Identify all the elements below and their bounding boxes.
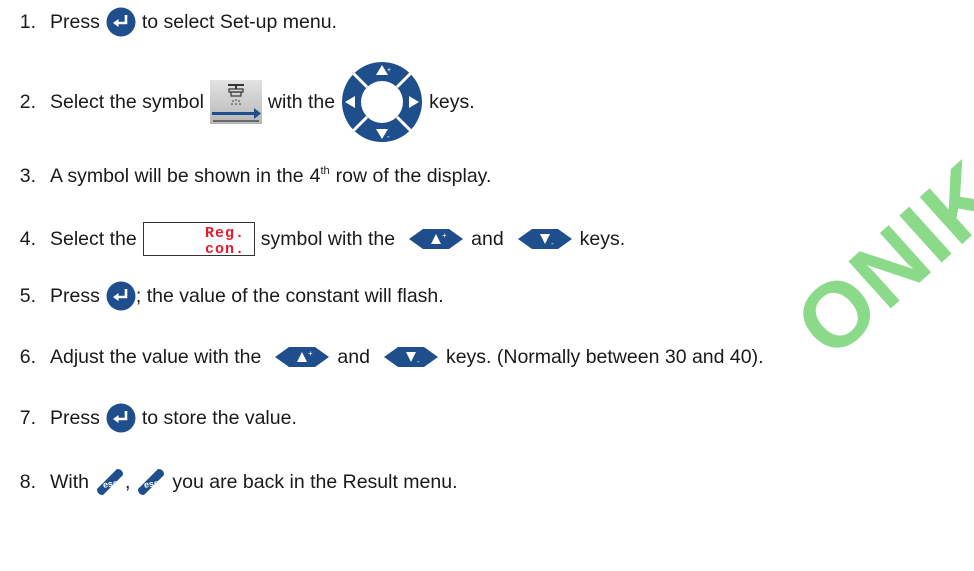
- step-number: 1.: [19, 10, 36, 33]
- display-reg-con: Reg. con.: [142, 222, 255, 256]
- step-5: 5. Press ; the value of the constant wil…: [0, 276, 444, 316]
- step-text: and: [471, 227, 504, 250]
- step-text: ; the value of the constant will flash.: [135, 284, 444, 307]
- esc-key-icon: [136, 467, 166, 497]
- step-text: to store the value.: [141, 406, 297, 429]
- enter-key-icon: [106, 281, 136, 311]
- step-text: Press: [50, 406, 100, 429]
- step-text: keys. (Normally between 30 and 40).: [445, 345, 764, 368]
- step-2: 2. Select the symbol with the + - keys.: [0, 62, 475, 142]
- step-text: Press: [50, 10, 100, 33]
- four-way-arrow-keys-icon: + -: [342, 62, 423, 142]
- step-4: 4. Select the Reg. con. symbol with the …: [0, 219, 625, 259]
- step-number: 7.: [19, 406, 36, 429]
- step-text: keys.: [429, 90, 475, 113]
- step-text: row of the display.: [335, 164, 492, 187]
- step-text: Press: [50, 284, 100, 307]
- step-text: and: [337, 345, 370, 368]
- step-text: to select Set-up menu.: [141, 10, 337, 33]
- step-number: 3.: [19, 164, 36, 187]
- step-text: With: [50, 470, 89, 493]
- step-text: Select the: [50, 227, 137, 250]
- step-text: keys.: [579, 227, 626, 250]
- step-text: symbol with the: [260, 227, 396, 250]
- step-text: with the: [267, 90, 336, 113]
- watermark: ONIK: [776, 141, 974, 377]
- display-line-2: con.: [205, 241, 245, 255]
- step-8: 8. With , you are back in the Result men…: [0, 462, 458, 502]
- arrow-up-key-icon: [407, 227, 465, 251]
- svg-text:-: -: [387, 132, 390, 141]
- separator: ,: [125, 470, 131, 493]
- row-ordinal: 4th: [309, 164, 330, 187]
- step-number: 6.: [19, 345, 36, 368]
- step-number: 4.: [19, 227, 36, 250]
- step-6: 6. Adjust the value with the and keys. (…: [0, 337, 764, 377]
- step-number: 8.: [19, 470, 36, 493]
- step-number: 2.: [19, 90, 36, 113]
- arrow-down-key-icon: [382, 345, 440, 369]
- step-7: 7. Press to store the value.: [0, 398, 297, 438]
- step-text: you are back in the Result menu.: [172, 470, 458, 493]
- step-text: A symbol will be shown in the: [50, 164, 304, 187]
- step-3: 3. A symbol will be shown in the 4th row…: [0, 156, 492, 196]
- step-number: 5.: [19, 284, 36, 307]
- step-1: 1. Press to select Set-up menu.: [0, 2, 337, 42]
- display-text: Reg. con.: [205, 225, 245, 255]
- esc-key-icon: [95, 467, 125, 497]
- sprayer-track-icon: [209, 80, 262, 124]
- step-text: Adjust the value with the: [50, 345, 262, 368]
- arrow-down-key-icon: [516, 227, 574, 251]
- arrow-up-key-icon: [273, 345, 331, 369]
- step-text: Select the symbol: [50, 90, 204, 113]
- display-line-1: Reg.: [205, 225, 245, 242]
- svg-text:+: +: [387, 67, 391, 74]
- enter-key-icon: [106, 7, 136, 37]
- enter-key-icon: [106, 403, 136, 433]
